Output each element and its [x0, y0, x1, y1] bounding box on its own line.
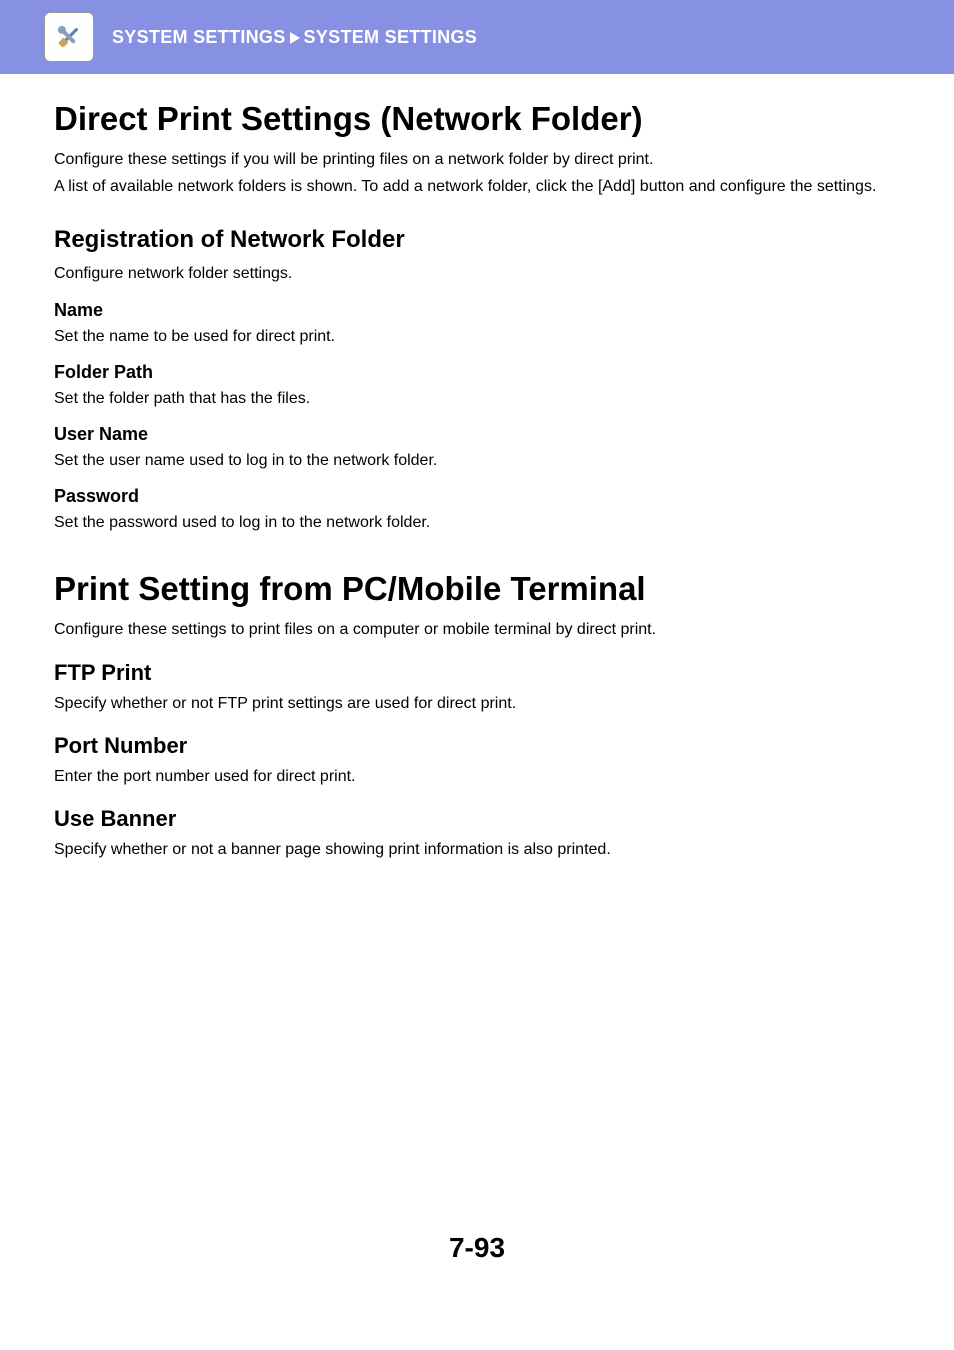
- section1-title: Direct Print Settings (Network Folder): [54, 100, 900, 138]
- item-ftp-title: FTP Print: [54, 660, 900, 686]
- section1-sub-title: Registration of Network Folder: [54, 226, 900, 254]
- item-folderpath-title: Folder Path: [54, 362, 900, 383]
- section2-title: Print Setting from PC/Mobile Terminal: [54, 570, 900, 608]
- page-number: 7-93: [0, 1232, 954, 1264]
- breadcrumb-separator-icon: [290, 32, 300, 44]
- item-banner-desc: Specify whether or not a banner page sho…: [54, 838, 900, 861]
- item-ftp-desc: Specify whether or not FTP print setting…: [54, 692, 900, 715]
- page-content: Direct Print Settings (Network Folder) C…: [0, 74, 954, 861]
- breadcrumb-left: SYSTEM SETTINGS: [112, 27, 286, 47]
- item-username-desc: Set the user name used to log in to the …: [54, 449, 900, 472]
- breadcrumb-right: SYSTEM SETTINGS: [304, 27, 478, 47]
- item-port-title: Port Number: [54, 733, 900, 759]
- tools-icon: [44, 12, 94, 62]
- item-name-desc: Set the name to be used for direct print…: [54, 325, 900, 348]
- header-bar: SYSTEM SETTINGS SYSTEM SETTINGS: [0, 0, 954, 74]
- item-username-title: User Name: [54, 424, 900, 445]
- section1-desc2: A list of available network folders is s…: [54, 175, 900, 198]
- item-banner-title: Use Banner: [54, 806, 900, 832]
- item-port-desc: Enter the port number used for direct pr…: [54, 765, 900, 788]
- item-password-title: Password: [54, 486, 900, 507]
- breadcrumb: SYSTEM SETTINGS SYSTEM SETTINGS: [112, 27, 477, 48]
- section1-sub-desc: Configure network folder settings.: [54, 262, 900, 285]
- item-folderpath-desc: Set the folder path that has the files.: [54, 387, 900, 410]
- section1-desc1: Configure these settings if you will be …: [54, 148, 900, 171]
- item-name-title: Name: [54, 300, 900, 321]
- item-password-desc: Set the password used to log in to the n…: [54, 511, 900, 534]
- section2-desc: Configure these settings to print files …: [54, 618, 900, 641]
